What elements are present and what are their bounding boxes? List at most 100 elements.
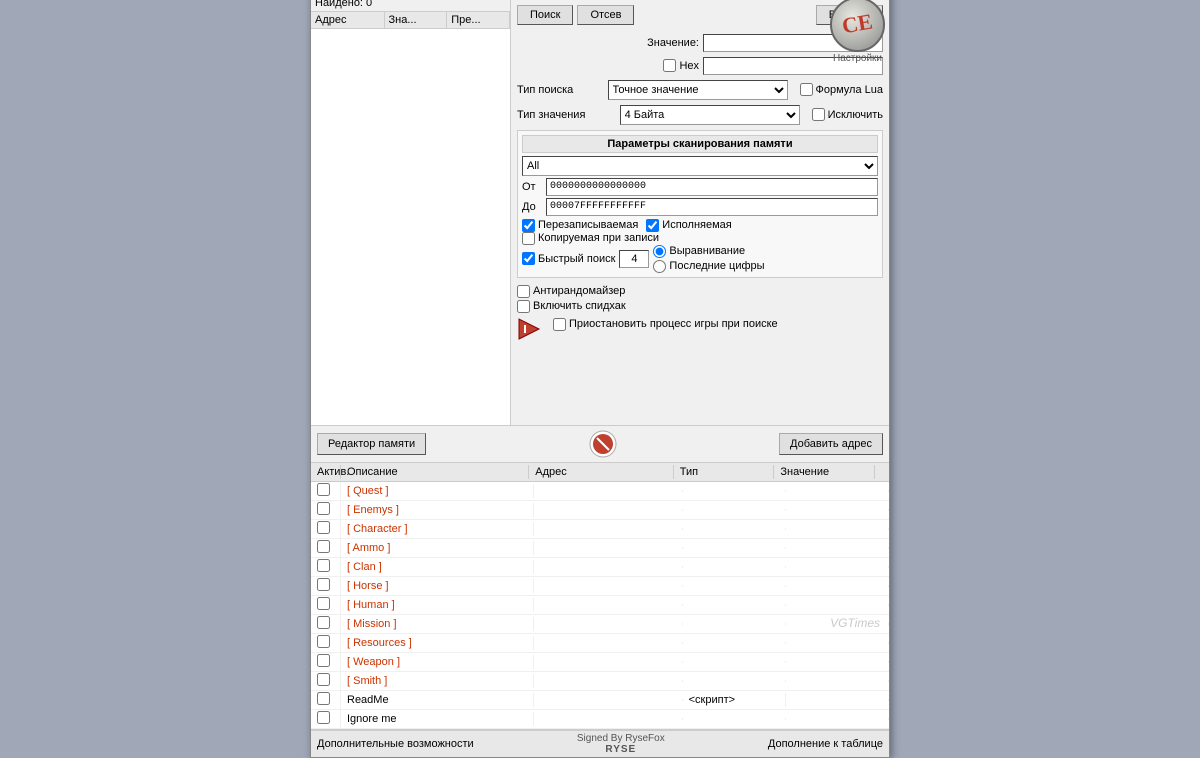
table-body: [ Quest ] [ Enemys ] [ Character ] [ Ammo ]… xyxy=(311,482,889,730)
row-type xyxy=(683,718,786,720)
settings-label[interactable]: Настройки xyxy=(833,53,882,64)
anti-random-label[interactable]: Антирандомайзер xyxy=(517,285,883,298)
exclude-checkbox[interactable] xyxy=(812,108,825,121)
executable-checkbox[interactable] xyxy=(646,219,659,232)
row-checkbox-cell xyxy=(311,615,341,633)
cow-checkbox[interactable] xyxy=(522,232,535,245)
row-active-checkbox[interactable] xyxy=(317,502,330,515)
row-description: ReadMe xyxy=(341,693,534,707)
table-row[interactable]: [ Smith ] xyxy=(311,672,889,691)
fast-search-checkbox[interactable] xyxy=(522,252,535,265)
col-known: Зна... xyxy=(385,12,448,28)
row-active-checkbox[interactable] xyxy=(317,521,330,534)
region-select[interactable]: All xyxy=(522,156,878,176)
table-row[interactable]: [ Quest ] xyxy=(311,482,889,501)
row-description: [ Enemys ] xyxy=(341,503,534,517)
pause-text: Приостановить процесс игры при поиске xyxy=(569,318,778,330)
table-row[interactable]: [ Enemys ] xyxy=(311,501,889,520)
scan-type-select[interactable]: Точное значение xyxy=(608,80,788,100)
row-checkbox-cell xyxy=(311,672,341,690)
row-active-checkbox[interactable] xyxy=(317,692,330,705)
search-buttons-row: Поиск Отсев Возврат xyxy=(517,5,883,25)
fast-search-label[interactable]: Быстрый поиск xyxy=(522,252,615,265)
fast-search-input[interactable] xyxy=(619,250,649,268)
pause-label[interactable]: Приостановить процесс игры при поиске xyxy=(553,318,778,331)
table-row[interactable]: [ Horse ] xyxy=(311,577,889,596)
table-row[interactable]: [ Character ] xyxy=(311,520,889,539)
row-active-checkbox[interactable] xyxy=(317,635,330,648)
add-address-button[interactable]: Добавить адрес xyxy=(779,433,883,455)
row-checkbox-cell xyxy=(311,501,341,519)
row-value xyxy=(786,661,889,663)
lua-formula-checkbox[interactable] xyxy=(800,83,813,96)
table-row[interactable]: [ Human ] xyxy=(311,596,889,615)
value-type-select[interactable]: 4 Байта xyxy=(620,105,800,125)
checkboxes-row1: Перезаписываемая Исполняемая xyxy=(522,219,878,232)
alignment-text: Выравнивание xyxy=(669,245,745,257)
table-row[interactable]: [ Resources ] xyxy=(311,634,889,653)
row-value xyxy=(786,585,889,587)
hex-checkbox-label[interactable]: Hex xyxy=(663,59,699,72)
value-row: Значение: xyxy=(517,34,883,52)
row-active-checkbox[interactable] xyxy=(317,711,330,724)
lua-formula-label[interactable]: Формула Lua xyxy=(800,83,884,96)
search-button[interactable]: Поиск xyxy=(517,5,573,25)
table-header: Актив. Описание Адрес Тип Значение xyxy=(311,463,889,482)
table-row[interactable]: Ignore me xyxy=(311,710,889,729)
fast-search-row: Быстрый поиск Выравнивание Последние циф… xyxy=(522,245,878,273)
row-checkbox-cell xyxy=(311,539,341,557)
ce-logo: CE xyxy=(830,0,885,52)
executable-text: Исполняемая xyxy=(662,219,731,231)
speedhack-checkbox[interactable] xyxy=(517,300,530,313)
last-digits-radio-label[interactable]: Последние цифры xyxy=(653,260,764,273)
row-active-checkbox[interactable] xyxy=(317,578,330,591)
row-type xyxy=(683,490,786,492)
row-value xyxy=(786,490,889,492)
hex-checkbox[interactable] xyxy=(663,59,676,72)
row-description: [ Character ] xyxy=(341,522,534,536)
row-active-checkbox[interactable] xyxy=(317,540,330,553)
pause-checkbox[interactable] xyxy=(553,318,566,331)
executable-label[interactable]: Исполняемая xyxy=(646,219,731,232)
writable-checkbox[interactable] xyxy=(522,219,535,232)
statusbar-right: Дополнение к таблице xyxy=(768,738,883,750)
row-address xyxy=(534,528,682,530)
row-address xyxy=(534,699,682,701)
row-type xyxy=(683,566,786,568)
row-checkbox-cell xyxy=(311,520,341,538)
row-active-checkbox[interactable] xyxy=(317,654,330,667)
alignment-radio[interactable] xyxy=(653,245,666,258)
table-row[interactable]: ReadMe<скрипт> xyxy=(311,691,889,710)
row-checkbox-cell xyxy=(311,482,341,500)
col-addr-header: Адрес xyxy=(529,465,673,479)
alignment-radio-label[interactable]: Выравнивание xyxy=(653,245,764,258)
from-input[interactable] xyxy=(546,178,878,196)
table-row[interactable]: [ Mission ] xyxy=(311,615,889,634)
exclude-label[interactable]: Исключить xyxy=(812,108,883,121)
stop-icon[interactable] xyxy=(588,429,618,459)
anti-random-checkbox[interactable] xyxy=(517,285,530,298)
row-value xyxy=(786,699,889,701)
row-checkbox-cell xyxy=(311,691,341,709)
writable-label[interactable]: Перезаписываемая xyxy=(522,219,638,232)
row-checkbox-cell xyxy=(311,577,341,595)
row-active-checkbox[interactable] xyxy=(317,673,330,686)
checkboxes-row2: Копируемая при записи xyxy=(522,232,878,245)
row-type xyxy=(683,509,786,511)
to-input[interactable] xyxy=(546,198,878,216)
cow-label[interactable]: Копируемая при записи xyxy=(522,232,659,245)
row-active-checkbox[interactable] xyxy=(317,616,330,629)
row-active-checkbox[interactable] xyxy=(317,559,330,572)
filter-button[interactable]: Отсев xyxy=(577,5,634,25)
row-description: [ Human ] xyxy=(341,598,534,612)
memory-editor-button[interactable]: Редактор памяти xyxy=(317,433,426,455)
table-row[interactable]: [ Weapon ] xyxy=(311,653,889,672)
table-row[interactable]: [ Clan ] xyxy=(311,558,889,577)
anti-random-text: Антирандомайзер xyxy=(533,285,625,297)
last-digits-radio[interactable] xyxy=(653,260,666,273)
table-row[interactable]: [ Ammo ] xyxy=(311,539,889,558)
row-active-checkbox[interactable] xyxy=(317,597,330,610)
row-active-checkbox[interactable] xyxy=(317,483,330,496)
speedhack-label[interactable]: Включить спидхак xyxy=(517,300,883,313)
col-prev: Пре... xyxy=(447,12,510,28)
